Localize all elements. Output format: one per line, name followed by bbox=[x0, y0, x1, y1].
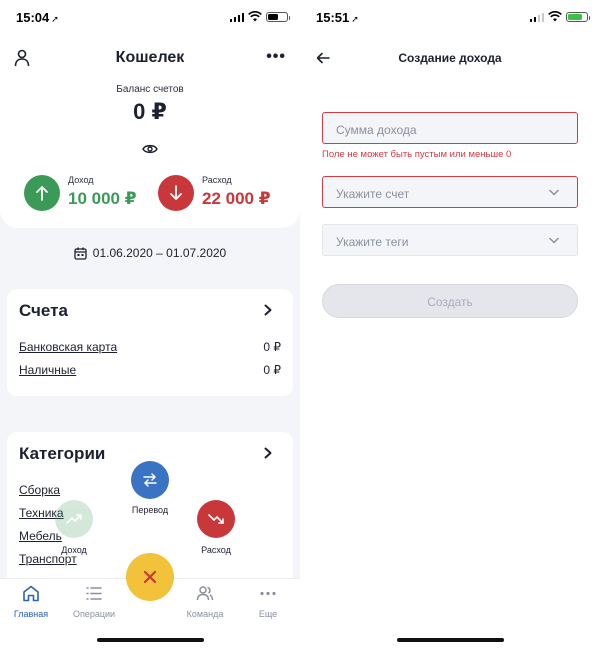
categories-title: Категории bbox=[19, 444, 106, 463]
account-amount: 0 ₽ bbox=[263, 363, 281, 377]
calendar-icon bbox=[74, 247, 87, 260]
account-name[interactable]: Банковская карта bbox=[19, 340, 117, 354]
balance-value: 0 ₽ bbox=[133, 99, 167, 124]
location-arrow-icon: ➚ bbox=[51, 14, 59, 24]
transfer-button[interactable] bbox=[131, 461, 169, 499]
balance-label: Баланс счетов bbox=[116, 84, 184, 95]
account-select[interactable]: Укажите счет bbox=[322, 176, 578, 208]
chevron-down-icon bbox=[549, 189, 559, 196]
income-value: 10 000 ₽ bbox=[68, 189, 137, 208]
battery-charging-icon bbox=[566, 12, 590, 22]
status-time: 15:04 bbox=[16, 10, 50, 25]
transfer-arrows-icon bbox=[143, 473, 157, 487]
tags-select-placeholder: Укажите теги bbox=[336, 235, 409, 249]
create-button[interactable]: Создать bbox=[322, 284, 578, 318]
expense-fab-button[interactable] bbox=[197, 500, 235, 538]
arrow-up-icon bbox=[24, 175, 60, 211]
status-bar: 15:51 ➚ bbox=[300, 0, 600, 34]
income-label: Доход bbox=[68, 175, 94, 185]
cellular-signal-icon bbox=[529, 13, 544, 22]
home-indicator bbox=[397, 638, 504, 642]
cellular-signal-icon bbox=[229, 13, 244, 22]
chevron-right-icon[interactable] bbox=[263, 447, 273, 459]
tab-label: Еще bbox=[258, 609, 278, 619]
category-item[interactable]: Сборка bbox=[19, 483, 60, 497]
accounts-card: Счета Банковская карта 0 ₽ Наличные 0 ₽ bbox=[7, 289, 293, 396]
tab-label: Операции bbox=[72, 609, 116, 619]
wifi-icon bbox=[248, 11, 262, 22]
income-fab-button[interactable] bbox=[55, 500, 93, 538]
home-icon bbox=[23, 585, 39, 602]
balance-summary-card: 15:04 ➚ Кошелек ••• Баланс счетов 0 ₽ Дох… bbox=[0, 0, 300, 228]
tab-label: Команда bbox=[186, 609, 224, 619]
page-title: Создание дохода bbox=[398, 51, 502, 65]
account-select-placeholder: Укажите счет bbox=[336, 187, 410, 201]
status-time: 15:51 bbox=[316, 10, 350, 25]
more-icon bbox=[260, 591, 276, 596]
account-row[interactable]: Банковская карта 0 ₽ bbox=[19, 340, 281, 356]
location-arrow-icon: ➚ bbox=[351, 14, 359, 24]
accounts-title: Счета bbox=[19, 301, 68, 320]
expense-label: Расход bbox=[202, 175, 232, 185]
page-title: Кошелек bbox=[115, 49, 185, 66]
arrow-down-icon bbox=[158, 175, 194, 211]
close-fab-button[interactable] bbox=[126, 553, 174, 601]
chevron-right-icon[interactable] bbox=[263, 304, 273, 316]
tab-home[interactable]: Главная bbox=[1, 585, 61, 619]
tags-select[interactable]: Укажите теги bbox=[322, 224, 578, 256]
status-bar: 15:04 ➚ bbox=[0, 0, 300, 34]
tab-label: Главная bbox=[13, 609, 49, 619]
account-amount: 0 ₽ bbox=[263, 340, 281, 354]
transfer-label: Перевод bbox=[131, 505, 169, 515]
tab-operations[interactable]: Операции bbox=[64, 585, 124, 619]
amount-input[interactable]: Сумма дохода bbox=[322, 112, 578, 144]
wifi-icon bbox=[548, 11, 562, 22]
amount-error-message: Поле не может быть пустым или меньше 0 bbox=[322, 149, 512, 160]
tab-more[interactable]: Еще bbox=[238, 585, 298, 619]
team-icon bbox=[196, 586, 214, 601]
home-indicator bbox=[97, 638, 204, 642]
list-icon bbox=[86, 587, 102, 600]
trend-up-icon bbox=[66, 514, 82, 524]
chevron-down-icon bbox=[549, 237, 559, 244]
period-selector[interactable]: 01.06.2020 – 01.07.2020 bbox=[0, 246, 300, 260]
trend-down-icon bbox=[208, 514, 224, 524]
create-income-screen: 15:51 ➚ Создание дохода Сумма дохода Поле… bbox=[300, 0, 600, 650]
close-icon bbox=[143, 570, 157, 584]
expense-fab-label: Расход bbox=[201, 545, 231, 555]
tab-team[interactable]: Команда bbox=[175, 585, 235, 619]
expense-value: 22 000 ₽ bbox=[202, 189, 271, 208]
battery-icon bbox=[266, 12, 290, 22]
wallet-screen: 15:04 ➚ Кошелек ••• Баланс счетов 0 ₽ Дох… bbox=[0, 0, 300, 650]
eye-icon[interactable] bbox=[142, 143, 158, 155]
more-options-icon[interactable]: ••• bbox=[266, 49, 286, 65]
period-text: 01.06.2020 – 01.07.2020 bbox=[92, 246, 227, 260]
account-row[interactable]: Наличные 0 ₽ bbox=[19, 363, 281, 379]
category-item[interactable]: Мебель bbox=[19, 529, 62, 543]
account-name[interactable]: Наличные bbox=[19, 363, 76, 377]
income-fab-label: Доход bbox=[61, 545, 87, 555]
